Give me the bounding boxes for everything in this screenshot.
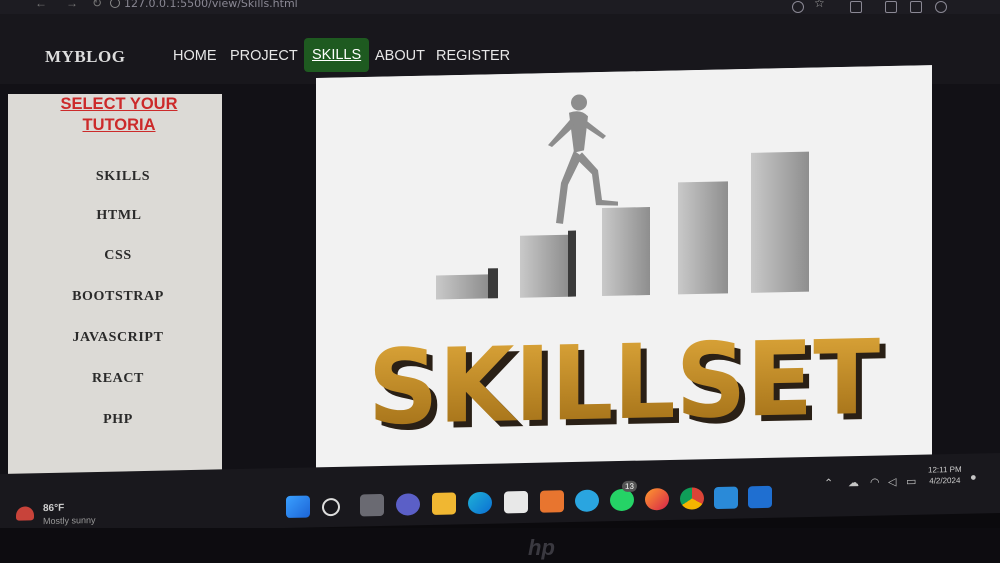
notification-bell-icon[interactable]: ● <box>970 472 977 484</box>
system-clock[interactable]: 12:11 PM 4/2/2024 <box>928 464 962 487</box>
nav-about[interactable]: ABOUT <box>375 48 425 64</box>
hp-logo: hp <box>528 535 555 560</box>
chrome-icon[interactable] <box>680 487 704 510</box>
sidebar-item-skills[interactable]: SKILLS <box>8 169 238 185</box>
reload-icon[interactable]: ↻ <box>92 0 102 10</box>
vscode-icon[interactable] <box>714 486 738 510</box>
telegram-icon[interactable] <box>575 489 599 512</box>
whatsapp-badge: 13 <box>622 480 637 492</box>
bookmark-star-icon[interactable]: ☆ <box>814 0 825 10</box>
nav-register[interactable]: REGISTER <box>436 48 510 64</box>
onedrive-icon[interactable]: ☁ <box>848 476 859 489</box>
tutorial-sidebar: SELECT YOUR TUTORIA SKILLS HTML CSS BOOT… <box>8 94 222 494</box>
zoom-icon[interactable] <box>792 1 804 13</box>
download-icon[interactable] <box>885 1 897 13</box>
site-info-icon[interactable] <box>110 0 120 8</box>
whatsapp-icon[interactable]: 13 <box>610 480 637 512</box>
weather-desc[interactable]: Mostly sunny <box>43 515 96 526</box>
nav-skills[interactable]: SKILLS <box>304 38 370 72</box>
extensions-icon[interactable] <box>850 1 862 13</box>
profile-icon[interactable] <box>935 1 947 13</box>
outlook-icon[interactable] <box>748 485 772 509</box>
skillset-illustration: SKILLSET SKILLSET <box>316 65 932 470</box>
sidebar-item-react[interactable]: REACT <box>3 371 233 387</box>
windows-start-icon[interactable] <box>286 495 310 519</box>
weather-icon[interactable] <box>16 506 34 521</box>
wifi-icon[interactable]: ◠ <box>870 476 880 489</box>
edge-icon[interactable] <box>468 491 492 515</box>
firefox-icon[interactable] <box>645 487 669 511</box>
skillset-hero-image: SKILLSET SKILLSET <box>316 65 932 470</box>
tray-overflow-icon[interactable]: ⌃ <box>824 477 833 490</box>
forward-icon[interactable]: → <box>66 0 78 10</box>
battery-icon[interactable]: ▭ <box>906 475 916 488</box>
sidebar-item-javascript[interactable]: JAVASCRIPT <box>3 330 233 346</box>
sidebar-item-html[interactable]: HTML <box>4 208 234 224</box>
teams-chat-icon[interactable] <box>396 493 420 516</box>
search-icon[interactable] <box>322 497 340 517</box>
sidebar-icon[interactable] <box>910 1 922 13</box>
volume-icon[interactable]: ◁ <box>888 475 896 488</box>
address-bar[interactable]: 127.0.0.1:5500/view/Skills.html <box>124 0 298 10</box>
nav-home[interactable]: HOME <box>173 48 217 64</box>
sidebar-item-bootstrap[interactable]: BOOTSTRAP <box>3 289 233 305</box>
sidebar-item-css[interactable]: CSS <box>3 248 233 264</box>
browser-toolbar: ← → ↻ 127.0.0.1:5500/view/Skills.html ☆ <box>0 0 1000 14</box>
skillset-word: SKILLSET <box>368 317 880 448</box>
task-view-icon[interactable] <box>360 493 384 517</box>
weather-temp[interactable]: 86°F <box>43 503 64 514</box>
sidebar-title: SELECT YOUR TUTORIA <box>60 95 178 134</box>
file-explorer-icon[interactable] <box>432 492 456 515</box>
sublime-icon[interactable] <box>540 490 564 513</box>
nav-project[interactable]: PROJECT <box>230 48 298 64</box>
sidebar-item-php[interactable]: PHP <box>3 412 233 428</box>
back-icon[interactable]: ← <box>35 0 47 10</box>
brand-logo[interactable]: MYBLOG <box>45 47 125 67</box>
store-icon[interactable] <box>504 490 528 514</box>
laptop-bezel <box>0 528 1000 563</box>
